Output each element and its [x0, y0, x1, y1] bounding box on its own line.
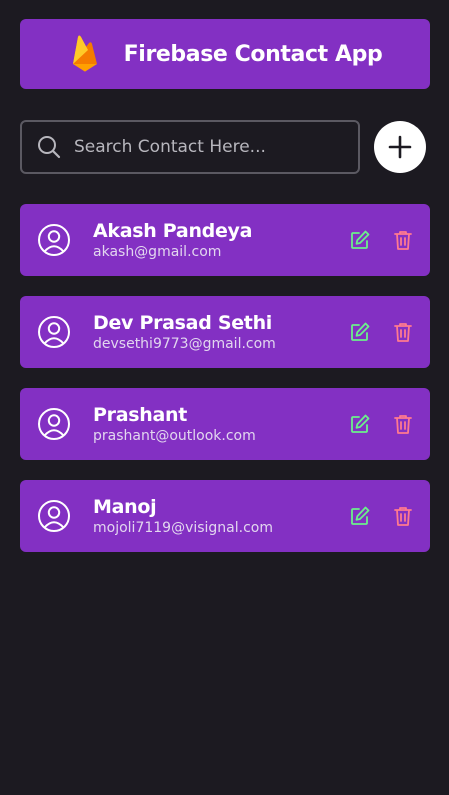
search-icon — [36, 134, 62, 160]
search-bar — [20, 120, 360, 174]
contact-email: mojoli7119@visignal.com — [93, 520, 274, 536]
delete-icon[interactable] — [392, 229, 414, 251]
contact-email: akash@gmail.com — [93, 244, 222, 260]
plus-icon — [387, 134, 413, 160]
contact-card[interactable]: Prashant prashant@outlook.com — [20, 388, 430, 460]
contact-card[interactable]: Akash Pandeya akash@gmail.com — [20, 204, 430, 276]
contact-name: Prashant — [93, 404, 187, 426]
page-title: Firebase Contact App — [123, 41, 383, 67]
user-avatar-icon — [37, 499, 71, 533]
contact-email: prashant@outlook.com — [93, 428, 256, 444]
edit-icon[interactable] — [349, 413, 371, 435]
firebase-logo-icon — [68, 34, 102, 74]
edit-icon[interactable] — [349, 229, 371, 251]
contact-name: Akash Pandeya — [93, 220, 253, 242]
add-contact-button[interactable] — [374, 121, 426, 173]
user-avatar-icon — [37, 315, 71, 349]
user-avatar-icon — [37, 407, 71, 441]
search-input[interactable] — [74, 137, 344, 157]
contact-card[interactable]: Dev Prasad Sethi devsethi9773@gmail.com — [20, 296, 430, 368]
app-header: Firebase Contact App — [20, 19, 430, 89]
user-avatar-icon — [37, 223, 71, 257]
contact-card[interactable]: Manoj mojoli7119@visignal.com — [20, 480, 430, 552]
delete-icon[interactable] — [392, 413, 414, 435]
contact-email: devsethi9773@gmail.com — [93, 336, 276, 352]
edit-icon[interactable] — [349, 505, 371, 527]
delete-icon[interactable] — [392, 505, 414, 527]
edit-icon[interactable] — [349, 321, 371, 343]
contact-name: Manoj — [93, 496, 157, 518]
contact-name: Dev Prasad Sethi — [93, 312, 273, 334]
delete-icon[interactable] — [392, 321, 414, 343]
contact-list: Akash Pandeya akash@gmail.com Dev Prasad… — [20, 204, 430, 572]
